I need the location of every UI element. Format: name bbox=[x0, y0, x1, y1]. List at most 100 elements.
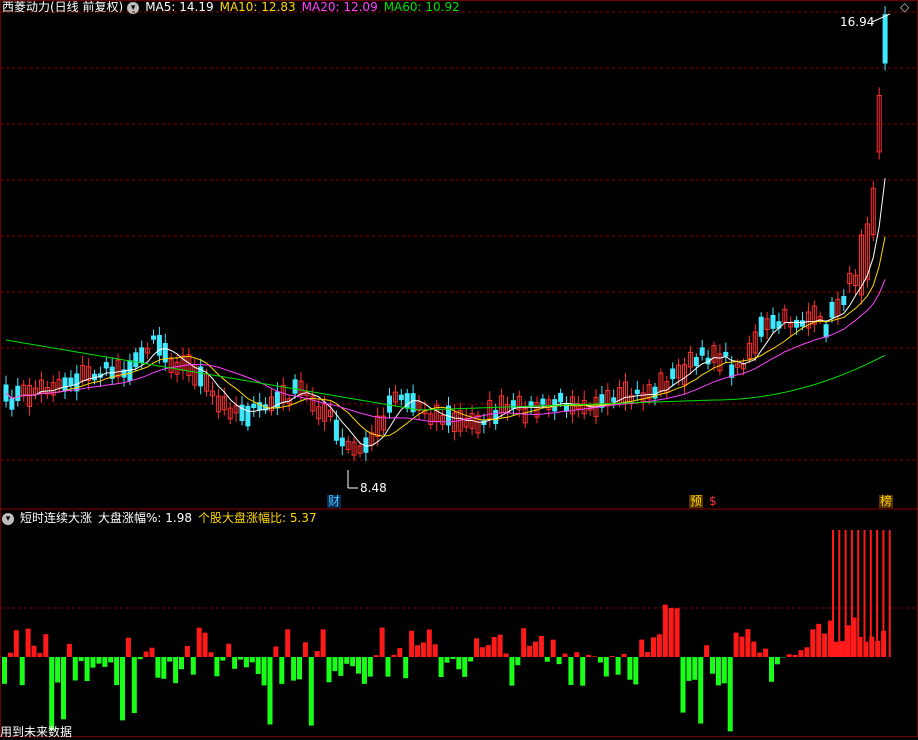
histogram-bar bbox=[486, 645, 491, 657]
candle bbox=[700, 348, 704, 355]
histogram-bar bbox=[321, 629, 326, 657]
candle bbox=[494, 410, 498, 423]
histogram-bar bbox=[568, 657, 573, 685]
candle bbox=[157, 336, 161, 356]
histogram-bar bbox=[433, 644, 438, 657]
histogram-bar bbox=[403, 657, 408, 678]
histogram-bar bbox=[185, 646, 190, 657]
histogram-bar bbox=[179, 657, 184, 669]
histogram-bar bbox=[799, 650, 804, 657]
candle bbox=[724, 352, 728, 356]
histogram-bar bbox=[769, 657, 774, 682]
candle bbox=[69, 378, 73, 385]
histogram-bar bbox=[209, 652, 214, 657]
histogram-bar bbox=[49, 657, 54, 730]
histogram-bar bbox=[138, 657, 143, 659]
candle bbox=[795, 320, 799, 327]
histogram-bar bbox=[793, 655, 798, 657]
histogram-bar bbox=[415, 645, 420, 657]
chevron-down-icon[interactable]: ▾ bbox=[2, 513, 14, 525]
candle bbox=[824, 325, 828, 337]
candle bbox=[340, 438, 344, 446]
candle bbox=[883, 15, 887, 63]
histogram-bar bbox=[232, 657, 237, 669]
histogram-bar bbox=[344, 657, 349, 664]
histogram-bar bbox=[716, 657, 721, 685]
histogram-bar bbox=[132, 657, 137, 713]
event-bang-tag[interactable]: 榜 bbox=[879, 495, 893, 508]
histogram-bar bbox=[238, 657, 243, 660]
candle bbox=[252, 404, 256, 407]
histogram-bar bbox=[840, 641, 845, 657]
event-yu-tag[interactable]: 预 bbox=[689, 495, 703, 508]
histogram-bar bbox=[610, 656, 615, 657]
candle bbox=[63, 378, 67, 391]
histogram-bar bbox=[509, 657, 514, 686]
histogram-bar bbox=[492, 637, 497, 657]
candle bbox=[399, 395, 403, 399]
candle bbox=[559, 393, 563, 401]
histogram-bar bbox=[96, 657, 101, 664]
histogram-bar bbox=[338, 657, 343, 676]
histogram-bar bbox=[763, 649, 768, 657]
candle bbox=[246, 406, 250, 426]
index-change-label: 大盘涨幅%: 1.98 bbox=[98, 511, 192, 525]
histogram-bar bbox=[450, 657, 455, 659]
histogram-bar bbox=[273, 646, 278, 657]
histogram-bar bbox=[350, 657, 355, 666]
histogram-bar bbox=[710, 657, 715, 674]
histogram-bar bbox=[645, 652, 650, 657]
histogram-bar bbox=[262, 657, 267, 685]
histogram-bar bbox=[657, 634, 662, 657]
event-cai-tag[interactable]: 财 bbox=[327, 495, 341, 508]
histogram-bar bbox=[173, 657, 178, 683]
candle bbox=[152, 336, 156, 339]
histogram-bar bbox=[816, 624, 821, 657]
histogram-bar bbox=[633, 657, 638, 684]
candle bbox=[134, 353, 138, 367]
histogram-bar bbox=[651, 637, 656, 657]
histogram-bar bbox=[14, 630, 19, 657]
histogram-bar bbox=[120, 657, 125, 720]
candle bbox=[334, 420, 338, 440]
histogram-bar bbox=[627, 657, 632, 680]
histogram-bar bbox=[775, 657, 780, 664]
histogram-bar bbox=[55, 657, 60, 682]
histogram-bar bbox=[297, 657, 302, 679]
histogram-bar bbox=[279, 657, 284, 684]
histogram-bar bbox=[332, 657, 337, 671]
candle bbox=[140, 348, 144, 363]
histogram-bar bbox=[220, 657, 225, 661]
histogram-bar bbox=[604, 657, 609, 676]
histogram-bar bbox=[698, 657, 703, 724]
histogram-bar bbox=[681, 657, 686, 713]
histogram-bar bbox=[704, 645, 709, 657]
histogram-bar bbox=[728, 657, 733, 731]
histogram-bar bbox=[527, 646, 532, 657]
low-price-label: 8.48 bbox=[360, 482, 387, 495]
histogram-bar bbox=[675, 608, 680, 657]
event-dollar-tag[interactable]: $ bbox=[709, 495, 717, 508]
histogram-bar bbox=[810, 629, 815, 657]
histogram-bar bbox=[309, 657, 314, 726]
histogram-bar bbox=[622, 654, 627, 657]
histogram-bar bbox=[757, 653, 762, 657]
histogram-bar bbox=[197, 628, 202, 657]
histogram-bar bbox=[43, 634, 48, 657]
histogram-bar bbox=[291, 657, 296, 681]
chart-canvas bbox=[0, 0, 918, 737]
histogram-bar bbox=[37, 653, 42, 657]
histogram-bar bbox=[386, 657, 391, 677]
histogram-bar bbox=[787, 654, 792, 657]
histogram-bar bbox=[61, 657, 66, 719]
histogram-bar bbox=[114, 657, 119, 685]
histogram-bar bbox=[521, 628, 526, 657]
histogram-bar bbox=[391, 655, 396, 657]
histogram-bar bbox=[161, 657, 166, 679]
histogram-bar bbox=[126, 638, 131, 657]
candle bbox=[293, 380, 297, 393]
histogram-bar bbox=[722, 657, 727, 683]
histogram-bar bbox=[498, 635, 503, 657]
histogram-bar bbox=[616, 657, 621, 675]
histogram-bar bbox=[692, 657, 697, 680]
